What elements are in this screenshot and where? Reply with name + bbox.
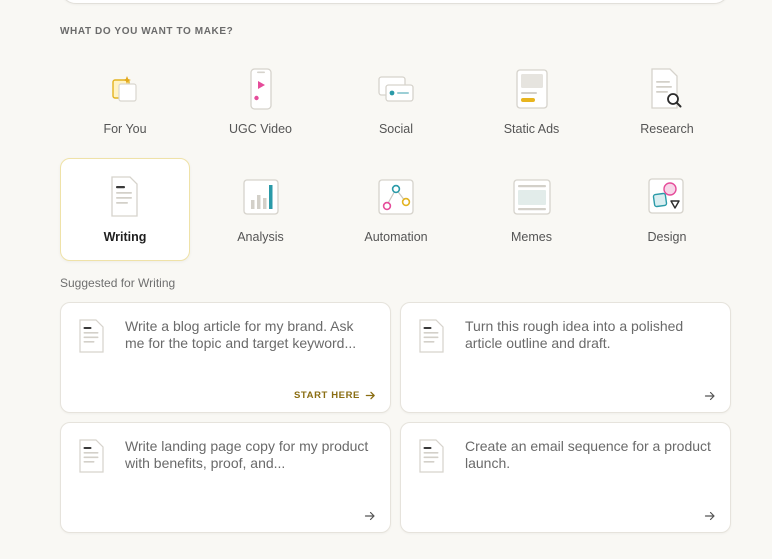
suggestion-text: Create an email sequence for a product l…: [465, 438, 711, 471]
category-memes[interactable]: Memes: [467, 158, 597, 261]
category-analysis[interactable]: Analysis: [196, 158, 326, 261]
arrow-right-icon: [365, 391, 375, 400]
category-static-ads[interactable]: Static Ads: [467, 50, 597, 153]
document-icon: [419, 319, 444, 353]
meme-frame-icon: [512, 177, 552, 217]
category-label: Design: [647, 230, 687, 244]
category-ugc-video[interactable]: UGC Video: [196, 50, 326, 153]
bar-chart-icon: [241, 177, 281, 217]
suggestion-text: Write landing page copy for my product w…: [125, 438, 369, 471]
prompt-input[interactable]: [60, 0, 730, 4]
suggestion-text: Write a blog article for my brand. Ask m…: [125, 318, 357, 351]
suggestion-card[interactable]: Write landing page copy for my product w…: [60, 422, 391, 533]
category-label: Static Ads: [503, 122, 560, 136]
suggestion-text: Turn this rough idea into a polished art…: [465, 318, 684, 351]
suggestion-card[interactable]: Turn this rough idea into a polished art…: [400, 302, 731, 413]
sparkle-cards-icon: [105, 69, 145, 109]
document-icon: [105, 176, 145, 217]
category-label: Social: [378, 122, 414, 136]
document-icon: [79, 439, 104, 473]
category-social[interactable]: Social: [331, 50, 461, 153]
shapes-icon: [647, 177, 687, 217]
category-label: Memes: [511, 230, 552, 244]
static-ad-icon: [512, 69, 552, 109]
category-label: Analysis: [237, 230, 284, 244]
category-label: For You: [103, 122, 147, 136]
category-design[interactable]: Design: [602, 158, 732, 261]
suggestion-card[interactable]: Write a blog article for my brand. Ask m…: [60, 302, 391, 413]
category-research[interactable]: Research: [602, 50, 732, 153]
suggestion-card[interactable]: Create an email sequence for a product l…: [400, 422, 731, 533]
document-icon: [419, 439, 444, 473]
start-here-link[interactable]: START HERE: [294, 390, 376, 401]
category-label: UGC Video: [229, 122, 292, 136]
category-grid: For You UGC Video Social Static Ads Rese…: [60, 50, 732, 261]
category-writing[interactable]: Writing: [60, 158, 190, 261]
document-search-icon: [647, 68, 687, 109]
arrow-right-icon: [704, 391, 715, 401]
category-label: Writing: [103, 230, 147, 244]
suggestion-list: Write a blog article for my brand. Ask m…: [60, 302, 732, 533]
section-heading: WHAT DO YOU WANT TO MAKE?: [60, 26, 234, 37]
arrow-right-icon: [704, 511, 715, 521]
phone-video-icon: [241, 68, 281, 110]
document-icon: [79, 319, 104, 353]
category-label: Research: [640, 122, 694, 136]
workflow-nodes-icon: [376, 177, 416, 217]
start-here-label: START HERE: [294, 390, 360, 401]
suggested-heading: Suggested for Writing: [60, 276, 176, 290]
arrow-right-icon: [364, 511, 375, 521]
social-post-icon: [376, 69, 416, 109]
category-automation[interactable]: Automation: [331, 158, 461, 261]
category-label: Automation: [364, 230, 428, 244]
category-for-you[interactable]: For You: [60, 50, 190, 153]
